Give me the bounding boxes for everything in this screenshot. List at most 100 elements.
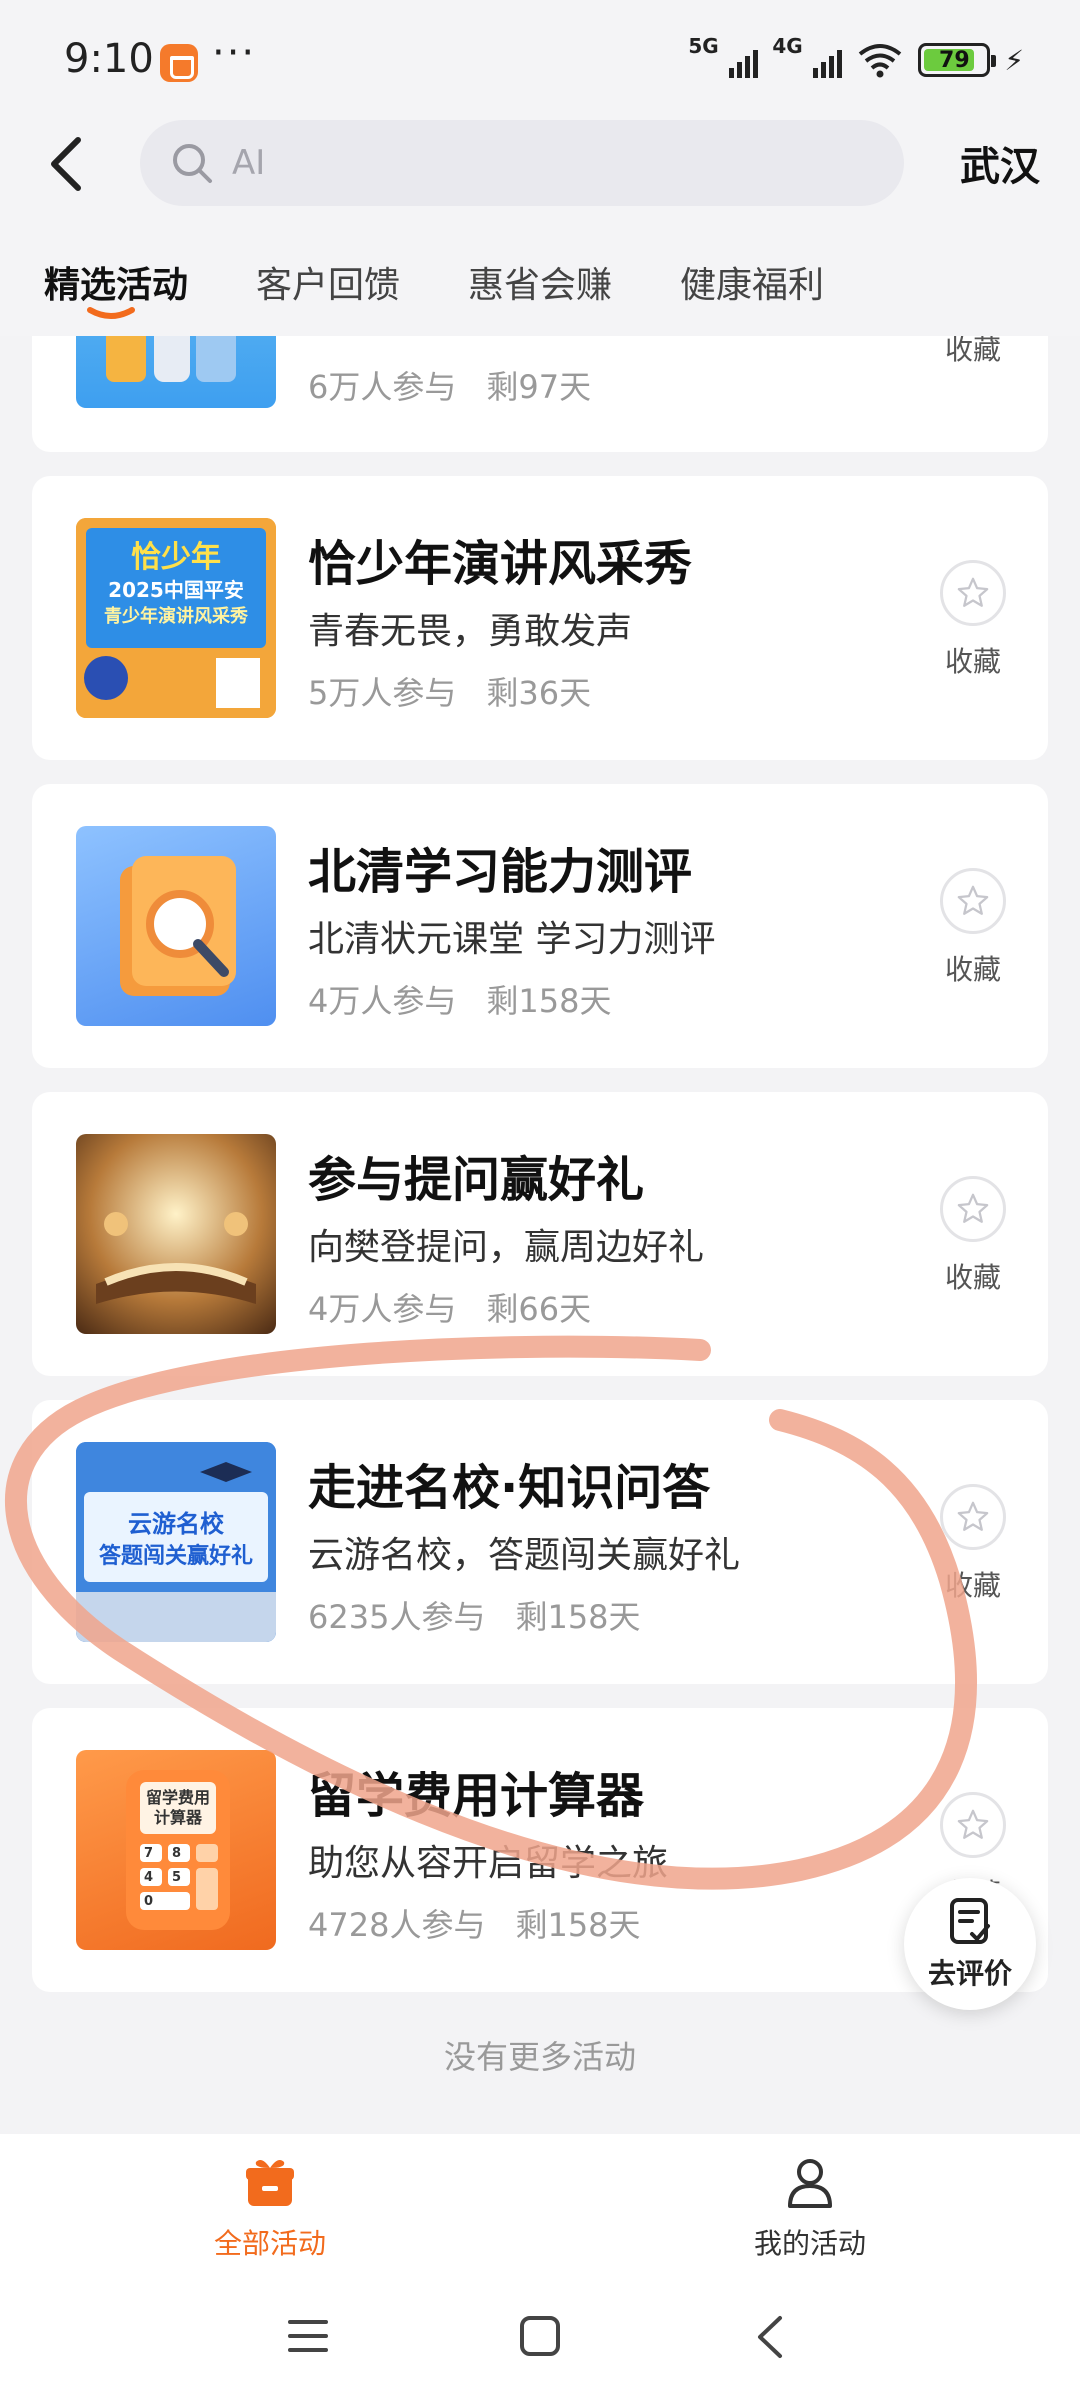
thumbnail-text: 答题闯关赢好礼 (98, 1544, 253, 1569)
thumbnail-text: 恰少年 (131, 540, 221, 575)
activity-card[interactable]: 参与提问赢好礼 向樊登提问，赢周边好礼 4万人参与 剩66天 收藏 (32, 1092, 1048, 1376)
participants-count: 4万人参与 (308, 1290, 457, 1328)
search-placeholder: AI (232, 143, 266, 183)
star-icon (940, 1484, 1006, 1550)
status-bar: 9:10 ··· 5G 4G 79 ⚡ (0, 0, 1080, 120)
battery-icon: 79 (918, 43, 997, 77)
favorite-button[interactable]: 收藏 (938, 1176, 1008, 1296)
menu-icon[interactable] (286, 2316, 330, 2356)
activity-meta: 6万人参与 剩97天 (308, 362, 591, 408)
chevron-left-icon (51, 137, 81, 191)
activity-title: 恰少年演讲风采秀 (308, 536, 693, 592)
star-icon (940, 1176, 1006, 1242)
participants-count: 4万人参与 (308, 982, 457, 1020)
nav-label: 我的活动 (753, 2227, 866, 2260)
activity-meta: 6235人参与 剩158天 (308, 1592, 641, 1638)
thumbnail-text: 0 (144, 1894, 154, 1909)
tab-customer-rewards[interactable]: 客户回馈 (256, 256, 400, 308)
tab-health-benefits[interactable]: 健康福利 (680, 256, 824, 308)
activity-card[interactable]: 云游名校 答题闯关赢好礼 走进名校·知识问答 云游名校，答题闯关赢好礼 6235… (32, 1400, 1048, 1684)
activity-thumbnail: 恰少年 2025中国平安 青少年演讲风采秀 (76, 518, 276, 718)
header: 9:10 ··· 5G 4G 79 ⚡ AI 武汉 精选活动 客户回馈 惠省会赚… (0, 0, 1080, 336)
activity-description: 青春无畏，勇敢发声 (308, 611, 633, 652)
activity-thumbnail (76, 826, 276, 1026)
activity-title: 北清学习能力测评 (308, 844, 693, 900)
thumbnail-text: 青少年演讲风采秀 (104, 606, 248, 627)
favorite-label: 收藏 (944, 953, 1001, 986)
bottom-nav: 全部活动 我的活动 (0, 2134, 1080, 2274)
activity-card[interactable]: 恰少年 2025中国平安 青少年演讲风采秀 恰少年演讲风采秀 青春无畏，勇敢发声… (32, 476, 1048, 760)
activity-card[interactable]: 留学费用 计算器 7 8 4 5 0 留学费用计算器 助您从容开启留学之旅 472… (32, 1708, 1048, 1992)
charging-icon: ⚡ (1004, 43, 1024, 77)
favorite-label: 收藏 (944, 1569, 1001, 1602)
activity-thumbnail (76, 1134, 276, 1334)
gift-icon (246, 2160, 294, 2206)
review-icon (950, 1898, 990, 1944)
activity-meta: 4万人参与 剩158天 (308, 976, 611, 1022)
back-icon[interactable] (754, 2314, 786, 2360)
favorite-button[interactable]: 收藏 (938, 560, 1008, 680)
system-nav-bar (0, 2274, 1080, 2400)
participants-count: 6235人参与 (308, 1598, 486, 1636)
days-remaining: 剩36天 (486, 674, 592, 712)
tab-save-earn[interactable]: 惠省会赚 (468, 256, 612, 308)
days-remaining: 剩97天 (486, 368, 592, 406)
thumbnail-text: 7 (144, 1846, 154, 1861)
signal-4g-icon: 4G (772, 34, 843, 80)
days-remaining: 剩158天 (515, 1598, 641, 1636)
city-selector[interactable]: 武汉 (960, 134, 1040, 192)
activity-title: 走进名校·知识问答 (308, 1460, 711, 1516)
activity-description: 向樊登提问，赢周边好礼 (308, 1227, 705, 1268)
favorite-button[interactable]: 收藏 (938, 1484, 1008, 1604)
activity-title: 留学费用计算器 (308, 1768, 645, 1824)
nav-my-activities[interactable]: 我的活动 (710, 2154, 910, 2262)
nav-all-activities[interactable]: 全部活动 (170, 2154, 370, 2262)
activity-description: 助您从容开启留学之旅 (308, 1843, 669, 1884)
back-button[interactable] (40, 124, 92, 204)
star-icon (940, 1792, 1006, 1858)
star-icon (940, 868, 1006, 934)
review-label: 去评价 (927, 1957, 1012, 1990)
activity-description: 北清状元课堂 学习力测评 (308, 919, 716, 960)
wifi-icon (856, 42, 904, 78)
tab-featured[interactable]: 精选活动 (44, 256, 188, 308)
signal-5g-icon: 5G (688, 34, 759, 80)
thumbnail-text: 5 (172, 1870, 182, 1885)
active-tab-indicator (87, 307, 135, 319)
activity-thumbnail: 云游名校 答题闯关赢好礼 (76, 1442, 276, 1642)
favorite-label: 收藏 (944, 645, 1001, 678)
days-remaining: 剩66天 (486, 1290, 592, 1328)
status-time: 9:10 (64, 36, 154, 82)
more-notifications-icon: ··· (212, 30, 257, 76)
activity-description: 云游名校，答题闯关赢好礼 (308, 1535, 741, 1576)
nav-label: 全部活动 (213, 2227, 326, 2260)
thumbnail-text: 云游名校 (128, 1510, 224, 1538)
app-notification-icon (160, 44, 198, 82)
home-icon[interactable] (518, 2314, 562, 2358)
thumbnail-text: 4 (144, 1870, 154, 1885)
participants-count: 4728人参与 (308, 1906, 486, 1944)
activity-thumbnail: 留学费用 计算器 7 8 4 5 0 (76, 1750, 276, 1950)
end-of-list-text: 没有更多活动 (443, 2038, 636, 2076)
favorite-button[interactable]: 收藏 (938, 868, 1008, 988)
user-icon (788, 2159, 832, 2208)
participants-count: 5万人参与 (308, 674, 457, 712)
activity-meta: 4万人参与 剩66天 (308, 1284, 591, 1330)
thumbnail-text: 留学费用 计算器 (145, 1788, 210, 1827)
days-remaining: 剩158天 (515, 1906, 641, 1944)
days-remaining: 剩158天 (486, 982, 612, 1020)
activity-title: 参与提问赢好礼 (308, 1152, 645, 1208)
participants-count: 6万人参与 (308, 368, 457, 406)
activity-meta: 5万人参与 剩36天 (308, 668, 591, 714)
review-button[interactable]: 去评价 (904, 1878, 1036, 2010)
activity-meta: 4728人参与 剩158天 (308, 1900, 641, 1946)
thumbnail-text: 8 (172, 1846, 182, 1861)
status-icons: 5G 4G 79 ⚡ (688, 34, 1024, 80)
search-input[interactable]: AI (140, 120, 904, 206)
activity-card[interactable]: 北清学习能力测评 北清状元课堂 学习力测评 4万人参与 剩158天 收藏 (32, 784, 1048, 1068)
thumbnail-text: 2025中国平安 (108, 578, 244, 602)
favorite-label: 收藏 (944, 1261, 1001, 1294)
search-icon (170, 141, 214, 185)
tab-bar: 精选活动 客户回馈 惠省会赚 健康福利 (0, 246, 1080, 336)
star-icon (940, 560, 1006, 626)
